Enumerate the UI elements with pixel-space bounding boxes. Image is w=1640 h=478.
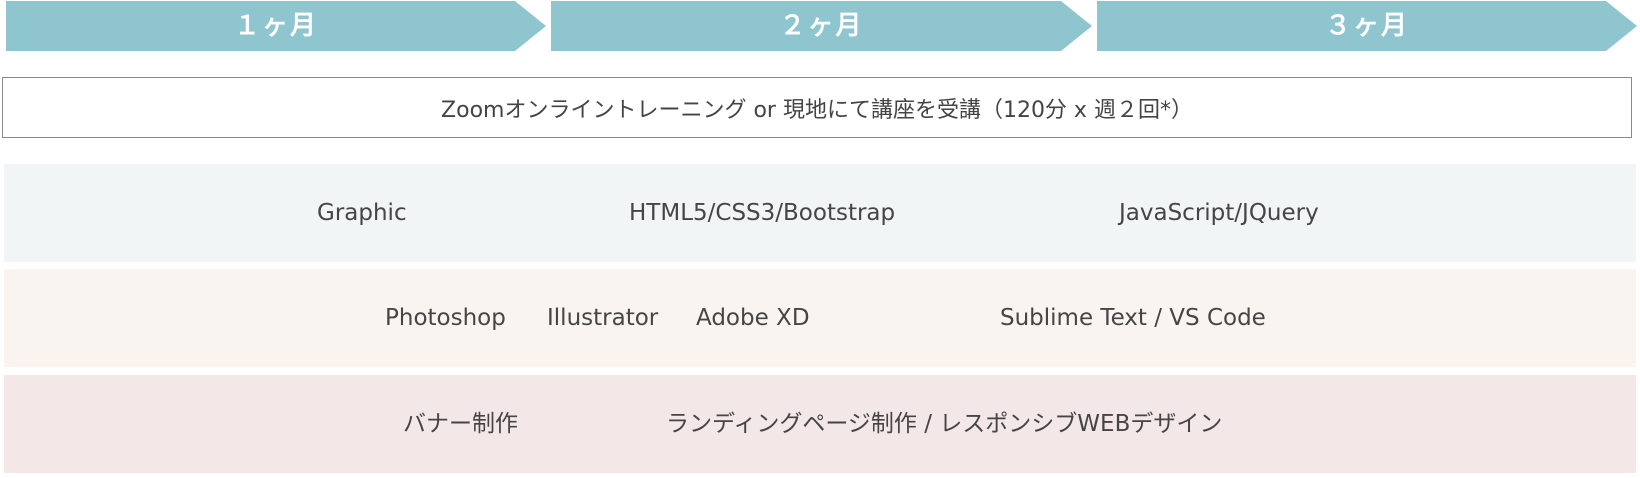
item-photoshop: Photoshop	[385, 305, 506, 331]
item-editors: Sublime Text / VS Code	[1000, 305, 1266, 331]
item-javascript-jquery: JavaScript/JQuery	[1119, 200, 1319, 226]
item-banner-production: バナー制作	[403, 411, 518, 437]
row-projects: バナー制作 ランディングページ制作 / レスポンシブWEBデザイン	[4, 375, 1636, 473]
timeline: １ヶ月 ２ヶ月 ３ヶ月	[0, 0, 1640, 56]
item-html-css-bootstrap: HTML5/CSS3/Bootstrap	[629, 200, 896, 226]
training-method-box: Zoomオンライントレーニング or 現地にて講座を受講（120分 x 週２回*…	[2, 77, 1632, 138]
row-languages: Graphic HTML5/CSS3/Bootstrap JavaScript/…	[4, 164, 1636, 262]
item-adobe-xd: Adobe XD	[696, 305, 810, 331]
training-method-text: Zoomオンライントレーニング or 現地にて講座を受講（120分 x 週２回*…	[441, 97, 1193, 123]
month-label-2: ２ヶ月	[779, 11, 864, 41]
item-illustrator: Illustrator	[547, 305, 659, 331]
item-landing-page-responsive: ランディングページ制作 / レスポンシブWEBデザイン	[666, 411, 1223, 437]
month-label-1: １ヶ月	[233, 11, 318, 41]
month-label-3: ３ヶ月	[1324, 11, 1409, 41]
row-tools: Photoshop Illustrator Adobe XD Sublime T…	[4, 269, 1636, 367]
item-graphic: Graphic	[317, 200, 407, 226]
